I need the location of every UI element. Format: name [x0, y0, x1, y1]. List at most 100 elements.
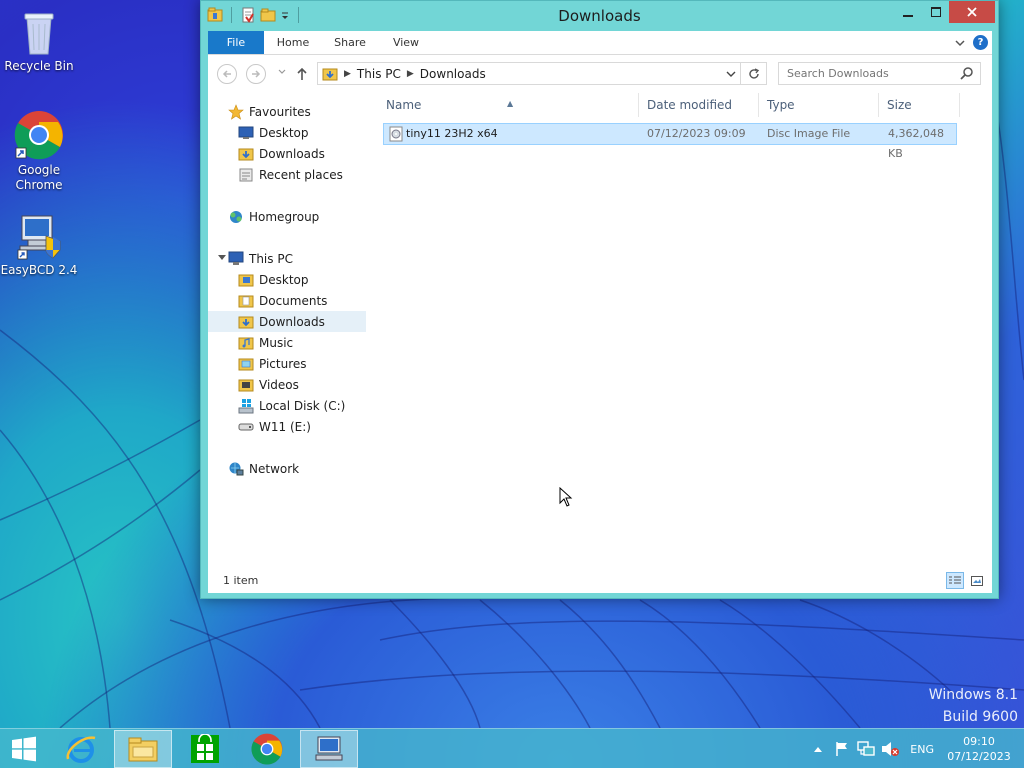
input-language-indicator[interactable]: ENG — [910, 743, 934, 756]
breadcrumb-downloads[interactable]: Downloads — [420, 67, 486, 81]
nav-favourites-desktop[interactable]: Desktop — [208, 122, 366, 143]
desktop-icon-label: Google Chrome — [15, 163, 63, 192]
nav-label: Local Disk (C:) — [259, 398, 346, 413]
start-button[interactable] — [0, 730, 48, 768]
clock-time: 09:10 — [963, 735, 995, 748]
details-view-button[interactable] — [946, 572, 964, 589]
file-size: 4,362,048 KB — [888, 127, 944, 160]
show-desktop-button[interactable] — [1014, 729, 1024, 768]
tab-home[interactable]: Home — [268, 31, 318, 54]
column-label: Size — [887, 98, 912, 112]
navigation-pane: Favourites Desktop Downloads Recent plac… — [208, 93, 366, 567]
downloads-folder-icon — [238, 148, 254, 160]
up-button[interactable] — [294, 64, 310, 84]
nav-this-pc-local-disk-c[interactable]: Local Disk (C:) — [208, 395, 366, 416]
nav-label: Desktop — [259, 272, 309, 287]
windows-logo-icon — [12, 736, 36, 762]
file-type: Disc Image File — [767, 127, 851, 140]
minimize-button[interactable] — [895, 1, 921, 23]
desktop-icon-google-chrome[interactable]: Google Chrome — [0, 110, 78, 193]
action-center-button[interactable] — [830, 729, 854, 768]
nav-label: Desktop — [259, 125, 309, 140]
nav-favourites-recent-places[interactable]: Recent places — [208, 164, 366, 185]
taskbar-easybcd[interactable] — [300, 730, 358, 768]
taskbar-file-explorer[interactable] — [114, 730, 172, 768]
watermark-build: Build 9600 — [942, 709, 1018, 725]
recent-locations-button[interactable] — [278, 68, 286, 77]
nav-this-pc-documents[interactable]: Documents — [208, 290, 366, 311]
store-icon — [191, 734, 219, 763]
removable-drive-icon — [238, 423, 254, 430]
address-bar[interactable]: ▶ This PC ▶ Downloads — [317, 62, 741, 85]
nav-this-pc-videos[interactable]: Videos — [208, 374, 366, 395]
search-input[interactable] — [779, 63, 949, 84]
search-icon[interactable] — [960, 66, 974, 80]
show-hidden-icons-button[interactable] — [806, 729, 830, 768]
nav-favourites[interactable]: Favourites — [208, 101, 366, 122]
column-header-size[interactable]: Size — [884, 93, 960, 117]
desktop-icon-easybcd[interactable]: EasyBCD 2.4 — [0, 214, 78, 278]
minimize-icon — [903, 15, 913, 17]
breadcrumb-this-pc[interactable]: This PC — [357, 67, 401, 81]
volume-button[interactable] — [878, 729, 902, 768]
close-icon — [967, 7, 977, 17]
nav-this-pc-music[interactable]: Music — [208, 332, 366, 353]
expand-ribbon-icon[interactable] — [955, 39, 965, 47]
nav-label: Music — [259, 335, 294, 350]
help-icon[interactable]: ? — [973, 35, 988, 50]
nav-label: Documents — [259, 293, 328, 308]
search-box[interactable] — [778, 62, 981, 85]
refresh-button[interactable] — [741, 62, 767, 85]
watermark-version: Windows 8.1 — [928, 687, 1018, 703]
forward-arrow-icon — [252, 70, 261, 78]
desktop-icon-label: EasyBCD 2.4 — [0, 263, 78, 277]
navigation-bar: ▶ This PC ▶ Downloads — [208, 55, 992, 93]
column-header-date-modified[interactable]: Date modified — [644, 93, 759, 117]
status-bar: 1 item — [208, 567, 992, 593]
nav-this-pc-w11-e[interactable]: W11 (E:) — [208, 416, 366, 437]
nav-this-pc[interactable]: This PC — [208, 248, 366, 269]
windows-watermark: Windows 8.1 Build 9600 — [929, 684, 1018, 728]
system-clock[interactable]: 09:10 07/12/2023 — [944, 734, 1014, 764]
column-header-name[interactable]: Name ▲ — [383, 93, 639, 117]
tab-share[interactable]: Share — [325, 31, 375, 54]
nav-network[interactable]: Network — [208, 458, 366, 479]
nav-label: Downloads — [259, 146, 325, 161]
file-name[interactable]: tiny11 23H2 x64 — [406, 124, 498, 144]
taskbar-internet-explorer[interactable] — [52, 730, 110, 768]
forward-button[interactable] — [246, 64, 266, 84]
downloads-folder-icon — [322, 68, 338, 80]
address-dropdown-icon[interactable] — [726, 67, 736, 81]
clock-date: 07/12/2023 — [947, 750, 1011, 763]
nav-homegroup[interactable]: Homegroup — [208, 206, 366, 227]
videos-folder-icon — [238, 379, 254, 391]
nav-favourites-downloads[interactable]: Downloads — [208, 143, 366, 164]
back-button[interactable] — [217, 64, 237, 84]
close-button[interactable] — [949, 1, 995, 23]
breadcrumb-arrow-icon[interactable]: ▶ — [344, 69, 351, 79]
tab-view[interactable]: View — [382, 31, 430, 54]
file-explorer-icon — [128, 737, 158, 762]
taskbar-google-chrome[interactable] — [238, 730, 296, 768]
explorer-window: Downloads File Home Share View ? ▶ This … — [200, 0, 999, 599]
nav-this-pc-desktop[interactable]: Desktop — [208, 269, 366, 290]
nav-label: W11 (E:) — [259, 419, 311, 434]
desktop-icon-recycle-bin[interactable]: Recycle Bin — [0, 8, 78, 74]
disc-image-icon — [389, 126, 403, 142]
nav-this-pc-downloads[interactable]: Downloads — [208, 311, 366, 332]
column-header-type[interactable]: Type — [764, 93, 879, 117]
network-status-button[interactable] — [854, 729, 878, 768]
music-folder-icon — [238, 337, 254, 349]
maximize-button[interactable] — [923, 1, 949, 23]
table-row[interactable]: tiny11 23H2 x64 07/12/2023 09:09 Disc Im… — [383, 123, 957, 160]
details-view-icon — [949, 576, 961, 583]
tab-file[interactable]: File — [208, 31, 264, 54]
taskbar-store[interactable] — [176, 730, 234, 768]
expand-arrow-icon[interactable] — [218, 255, 226, 260]
network-status-icon — [857, 741, 875, 756]
nav-this-pc-pictures[interactable]: Pictures — [208, 353, 366, 374]
easybcd-icon — [315, 736, 343, 761]
large-icons-view-button[interactable] — [968, 572, 986, 589]
title-bar[interactable]: Downloads — [201, 1, 998, 31]
breadcrumb-arrow-icon[interactable]: ▶ — [407, 69, 414, 79]
